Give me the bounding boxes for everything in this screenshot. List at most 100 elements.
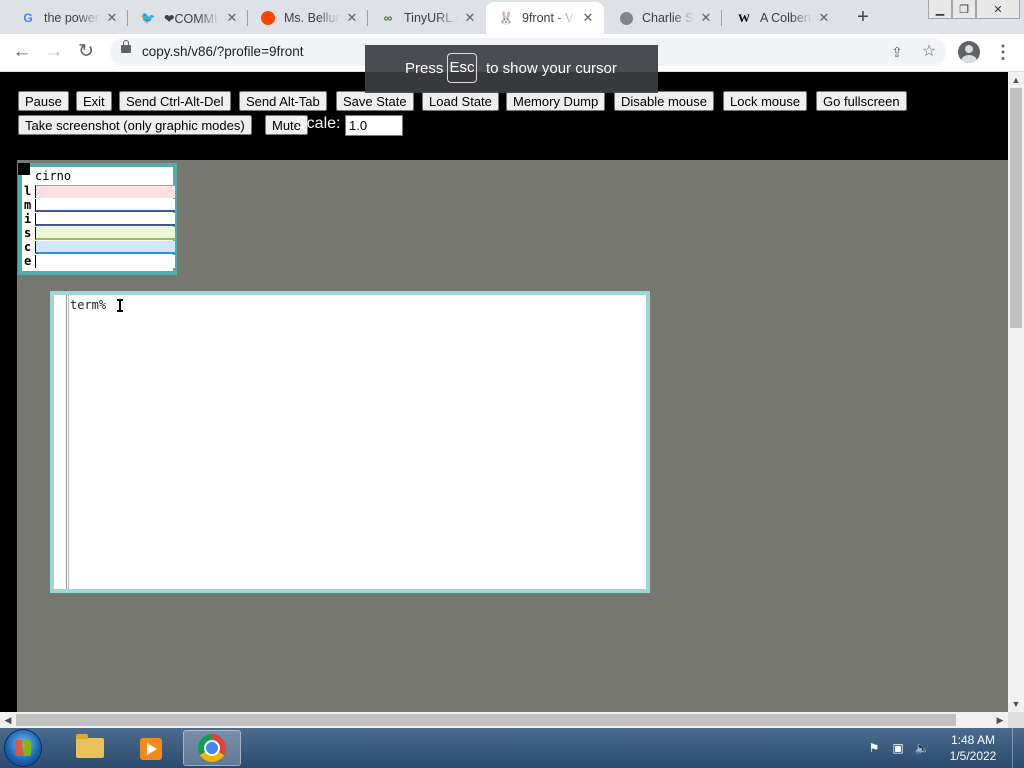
action-center-flag-icon[interactable]: ⚑ — [866, 741, 882, 755]
menu-kebab-icon[interactable]: ⋮ — [994, 41, 1012, 63]
scale-input[interactable]: 1.0 — [345, 115, 403, 136]
scroll-right-arrow-icon[interactable]: ▶ — [992, 712, 1008, 728]
tab-reddit[interactable]: Ms. Bellun ✕ — [248, 4, 368, 32]
scroll-down-arrow-icon[interactable]: ▼ — [1008, 696, 1024, 712]
overlay-rest-text: to show your cursor — [486, 60, 617, 77]
window-close-icon[interactable]: ✕ — [976, 0, 1020, 19]
go-fullscreen-button[interactable]: Go fullscreen — [816, 91, 907, 111]
load-state-button[interactable]: Load State — [422, 91, 499, 111]
forward-arrow-icon[interactable]: → — [42, 41, 66, 63]
vm-screen[interactable]: cirno l m i s c e term% — [17, 160, 1008, 712]
tab-9front[interactable]: 🐰 9front - Vi ✕ — [486, 2, 604, 34]
tab-title: Ms. Bellun — [284, 11, 340, 25]
stats-label: c — [24, 240, 32, 254]
stats-label: e — [24, 254, 32, 268]
twitter-icon: 🐦 — [140, 11, 156, 25]
tab-title: Charlie So — [642, 11, 694, 25]
close-icon[interactable]: ✕ — [104, 10, 120, 26]
volume-icon[interactable]: 🔈 — [914, 741, 930, 755]
tab-twitter[interactable]: 🐦 ❤COMMI ✕ — [128, 4, 248, 32]
new-tab-plus-icon[interactable]: + — [851, 7, 875, 27]
chrome-icon — [198, 734, 226, 762]
vertical-scrollbar[interactable]: ▲ ▼ — [1008, 72, 1024, 712]
reddit-icon — [260, 10, 276, 26]
close-icon[interactable]: ✕ — [816, 10, 832, 26]
back-arrow-icon[interactable]: ← — [10, 41, 34, 63]
stats-row-interrupts: i — [22, 212, 175, 226]
profile-avatar-icon[interactable] — [958, 41, 980, 63]
tab-title: the power — [44, 11, 99, 25]
bookmark-star-icon[interactable]: ☆ — [920, 43, 938, 61]
taskbar-media-button[interactable] — [120, 730, 178, 766]
taskbar-explorer-button[interactable] — [60, 730, 118, 766]
stats-bar — [35, 241, 175, 254]
save-state-button[interactable]: Save State — [336, 91, 414, 111]
take-screenshot-button[interactable]: Take screenshot (only graphic modes) — [18, 115, 252, 135]
exit-button[interactable]: Exit — [76, 91, 112, 111]
stats-row-syscalls: s — [22, 226, 175, 240]
clock-date: 1/5/2022 — [949, 749, 997, 763]
disable-mouse-button[interactable]: Disable mouse — [614, 91, 714, 111]
taskbar-clock[interactable]: 1:48 AM 1/5/2022 — [940, 732, 1006, 764]
horizontal-scroll-thumb[interactable] — [16, 714, 956, 726]
google-icon: G — [23, 11, 33, 25]
close-icon[interactable]: ✕ — [224, 10, 240, 26]
taskbar-chrome-button[interactable] — [183, 730, 241, 766]
reload-icon[interactable]: ↻ — [74, 41, 98, 63]
text-cursor-icon — [117, 299, 123, 312]
stats-title: cirno — [35, 169, 72, 183]
esc-cursor-overlay: Press Esc to show your cursor — [365, 45, 658, 93]
scale-label: Scale: — [296, 115, 341, 132]
close-icon[interactable]: ✕ — [698, 10, 714, 26]
terminal-scrollbar[interactable] — [66, 295, 67, 589]
restore-icon[interactable]: ❐ — [952, 0, 976, 19]
lock-mouse-button[interactable]: Lock mouse — [723, 91, 808, 111]
tab-wikipedia[interactable]: W A Colbert ✕ — [724, 4, 840, 32]
scroll-up-arrow-icon[interactable]: ▲ — [1008, 72, 1024, 88]
horizontal-scrollbar[interactable]: ◀ ▶ — [0, 712, 1008, 728]
tab-title: ❤COMMI — [164, 11, 218, 26]
globe-icon — [618, 10, 634, 26]
9front-icon: 🐰 — [498, 11, 514, 25]
tab-charlie[interactable]: Charlie So ✕ — [606, 4, 722, 32]
terminal-prompt: term% — [70, 298, 107, 312]
vertical-scroll-thumb[interactable] — [1010, 88, 1022, 328]
pause-button[interactable]: Pause — [18, 91, 69, 111]
url-text: copy.sh/v86/?profile=9front — [142, 44, 304, 59]
send-alt-tab-button[interactable]: Send Alt-Tab — [239, 91, 327, 111]
stats-label: i — [24, 212, 32, 226]
tab-title: 9front - Vi — [522, 11, 576, 25]
tinyurl-icon: ∞ — [383, 11, 393, 25]
stats-label: s — [24, 226, 32, 240]
minimize-icon[interactable]: ▁ — [928, 0, 952, 19]
network-icon[interactable]: ▣ — [890, 741, 906, 755]
start-button-icon[interactable] — [5, 730, 41, 766]
scrollbar-corner — [1008, 712, 1024, 728]
terminal-scrollbar-edge — [68, 295, 69, 589]
scroll-left-arrow-icon[interactable]: ◀ — [0, 712, 16, 728]
close-icon[interactable]: ✕ — [344, 10, 360, 26]
esc-key-badge: Esc — [447, 53, 477, 83]
stats-row-context: c — [22, 240, 175, 254]
lock-icon[interactable] — [121, 40, 131, 53]
media-player-icon — [140, 738, 162, 760]
tab-tinyurl[interactable]: ∞ TinyURL.cc ✕ — [368, 4, 486, 32]
send-ctrl-alt-del-button[interactable]: Send Ctrl-Alt-Del — [119, 91, 231, 111]
share-icon[interactable]: ⇪ — [888, 43, 906, 61]
close-icon[interactable]: ✕ — [462, 10, 478, 26]
clock-time: 1:48 AM — [950, 733, 996, 747]
tab-google[interactable]: G the power ✕ — [8, 4, 128, 32]
arrow-cursor-icon — [18, 163, 30, 175]
tab-title: TinyURL.cc — [404, 11, 458, 25]
stats-label: m — [24, 198, 32, 212]
memory-dump-button[interactable]: Memory Dump — [506, 91, 606, 111]
stats-bar — [35, 213, 175, 226]
stats-row-memory: m — [22, 198, 175, 212]
stats-bar — [35, 255, 175, 268]
stats-window[interactable]: cirno l m i s c e — [18, 163, 177, 275]
terminal-window[interactable]: term% — [50, 291, 650, 593]
tab-strip: G the power ✕ 🐦 ❤COMMI ✕ Ms. Bellun ✕ ∞ … — [0, 0, 1024, 34]
close-icon[interactable]: ✕ — [580, 10, 596, 26]
show-desktop-button[interactable] — [1012, 728, 1024, 768]
windows-taskbar: ⚑ ▣ 🔈 1:48 AM 1/5/2022 — [0, 728, 1024, 768]
